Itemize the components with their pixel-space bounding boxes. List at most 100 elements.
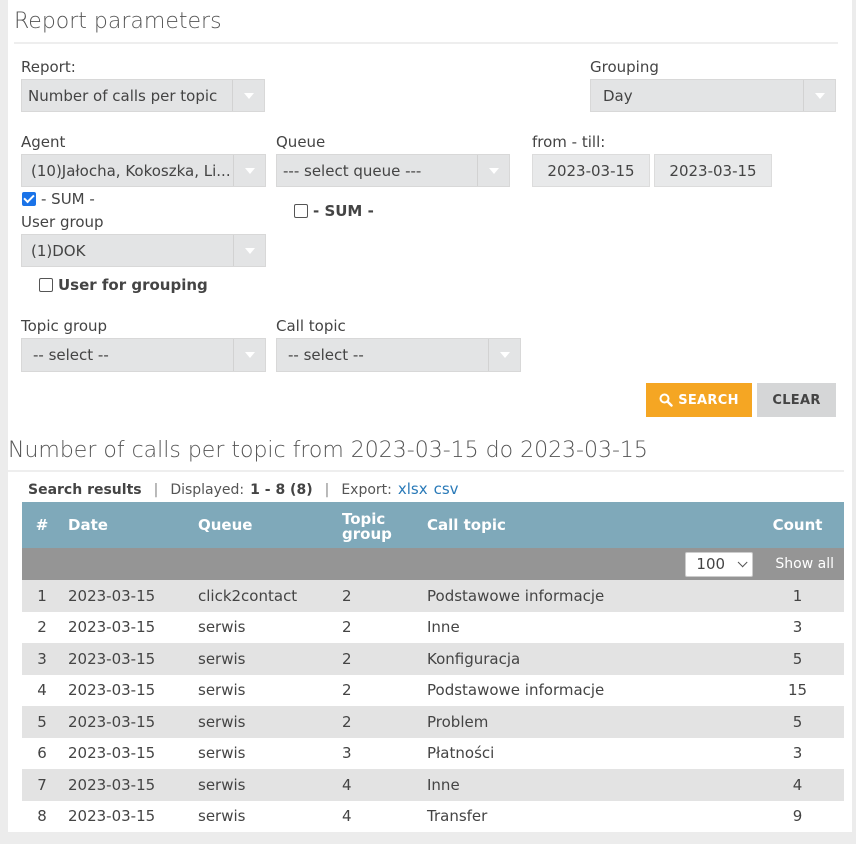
results-table: # Date Queue Topic group Call topic Coun… <box>22 502 844 832</box>
export-label: Export: <box>341 482 392 498</box>
search-icon <box>659 393 673 407</box>
row-date: 2023-03-15 <box>62 611 192 643</box>
search-results-label: Search results <box>28 482 142 498</box>
row-topic-group: 2 <box>336 706 421 738</box>
row-count: 5 <box>751 706 844 738</box>
checkbox-unchecked-icon[interactable] <box>294 204 308 218</box>
table-row: 2 2023-03-15 serwis 2 Inne 3 <box>22 611 844 643</box>
row-count: 9 <box>751 800 844 832</box>
calltopic-select[interactable]: -- select -- <box>276 338 521 372</box>
row-queue: serwis <box>192 706 336 738</box>
table-row: 1 2023-03-15 click2contact 2 Podstawowe info… <box>22 580 844 612</box>
checkbox-unchecked-icon[interactable] <box>39 278 53 292</box>
usergroup-select[interactable]: (1)DOK <box>21 234 266 267</box>
column-header[interactable]: # <box>22 502 62 548</box>
export-xlsx-link[interactable]: xlsx <box>398 480 428 498</box>
params-title: Report parameters <box>14 9 222 34</box>
results-meta: Search results | Displayed: 1 - 8 (8) | … <box>28 480 459 498</box>
export-csv-link[interactable]: csv <box>434 480 459 498</box>
usergroup-select-value: (1)DOK <box>31 241 86 260</box>
column-header-topic-group: Topic group <box>342 510 392 543</box>
row-date: 2023-03-15 <box>62 580 192 612</box>
search-button[interactable]: SEARCH <box>646 383 752 417</box>
row-call-topic: Płatności <box>421 737 751 769</box>
row-number: 3 <box>22 643 62 675</box>
row-queue: serwis <box>192 643 336 675</box>
report-select-value: Number of calls per topic <box>28 86 218 105</box>
queue-select-value: --- select queue --- <box>283 161 422 180</box>
table-row: 3 2023-03-15 serwis 2 Konfiguracja 5 <box>22 643 844 675</box>
row-topic-group: 2 <box>336 580 421 612</box>
row-number: 6 <box>22 737 62 769</box>
row-count: 5 <box>751 643 844 675</box>
report-select[interactable]: Number of calls per topic <box>21 79 265 112</box>
row-number: 1 <box>22 580 62 612</box>
column-header[interactable]: Call topic <box>421 502 751 548</box>
topicgroup-select-value: -- select -- <box>33 346 109 364</box>
report-label: Report: <box>21 58 76 76</box>
row-count: 3 <box>751 737 844 769</box>
row-queue: serwis <box>192 737 336 769</box>
row-count: 1 <box>751 580 844 612</box>
row-date: 2023-03-15 <box>62 800 192 832</box>
show-all-link[interactable]: Show all <box>775 556 834 572</box>
row-call-topic: Podstawowe informacje <box>421 580 751 612</box>
topicgroup-label: Topic group <box>21 317 108 335</box>
table-header-row: # Date Queue Topic group Call topic Coun… <box>22 502 844 548</box>
agent-select-value: (10)Jałocha, Kokoszka, Li... <box>31 161 231 180</box>
user-for-grouping-checkbox[interactable]: User for grouping <box>39 276 208 294</box>
column-header[interactable]: Queue <box>192 502 336 548</box>
row-call-topic: Konfiguracja <box>421 643 751 675</box>
from-date-input[interactable]: 2023-03-15 <box>532 154 650 187</box>
row-number: 8 <box>22 800 62 832</box>
divider <box>8 470 844 472</box>
queue-select[interactable]: --- select queue --- <box>276 154 510 187</box>
chevron-down-icon <box>488 339 520 371</box>
agent-select[interactable]: (10)Jałocha, Kokoszka, Li... <box>21 154 266 187</box>
row-topic-group: 4 <box>336 769 421 801</box>
till-date-input[interactable]: 2023-03-15 <box>654 154 772 187</box>
agent-label: Agent <box>21 133 66 151</box>
table-toolbar-row: 100 Show all <box>22 548 844 580</box>
checkbox-checked-icon[interactable] <box>22 192 36 206</box>
row-call-topic: Inne <box>421 611 751 643</box>
row-date: 2023-03-15 <box>62 769 192 801</box>
report-panel: Report parameters Report: Number of call… <box>8 0 852 832</box>
row-number: 5 <box>22 706 62 738</box>
row-date: 2023-03-15 <box>62 737 192 769</box>
table-row: 7 2023-03-15 serwis 4 Inne 4 <box>22 769 844 801</box>
topicgroup-select[interactable]: -- select -- <box>21 338 266 372</box>
table-row: 6 2023-03-15 serwis 3 Płatności 3 <box>22 737 844 769</box>
row-date: 2023-03-15 <box>62 643 192 675</box>
per-page-select[interactable]: 100 <box>685 551 754 577</box>
grouping-select-value: Day <box>603 86 633 105</box>
user-for-grouping-label: User for grouping <box>58 276 208 294</box>
row-count: 15 <box>751 674 844 706</box>
row-call-topic: Inne <box>421 769 751 801</box>
calltopic-select-value: -- select -- <box>288 346 364 364</box>
table-row: 5 2023-03-15 serwis 2 Problem 5 <box>22 706 844 738</box>
row-date: 2023-03-15 <box>62 706 192 738</box>
search-button-label: SEARCH <box>678 392 739 408</box>
grouping-select[interactable]: Day <box>590 79 836 112</box>
row-topic-group: 2 <box>336 674 421 706</box>
clear-button[interactable]: CLEAR <box>757 383 836 417</box>
row-date: 2023-03-15 <box>62 674 192 706</box>
fromtill-label: from - till: <box>532 133 606 151</box>
column-header[interactable]: Date <box>62 502 192 548</box>
chevron-down-icon <box>803 80 835 111</box>
row-call-topic: Transfer <box>421 800 751 832</box>
usergroup-label: User group <box>21 213 104 231</box>
calltopic-label: Call topic <box>276 317 346 335</box>
divider <box>14 42 838 44</box>
agent-sum-checkbox[interactable]: - SUM - <box>22 190 95 208</box>
queue-sum-checkbox[interactable]: - SUM - <box>294 202 374 220</box>
table-row: 8 2023-03-15 serwis 4 Transfer 9 <box>22 800 844 832</box>
row-topic-group: 2 <box>336 643 421 675</box>
column-header[interactable]: Topic group <box>336 502 421 548</box>
queue-sum-label: - SUM - <box>313 202 374 220</box>
row-call-topic: Podstawowe informacje <box>421 674 751 706</box>
row-call-topic: Problem <box>421 706 751 738</box>
chevron-down-icon <box>233 155 265 186</box>
column-header[interactable]: Count <box>751 502 844 548</box>
